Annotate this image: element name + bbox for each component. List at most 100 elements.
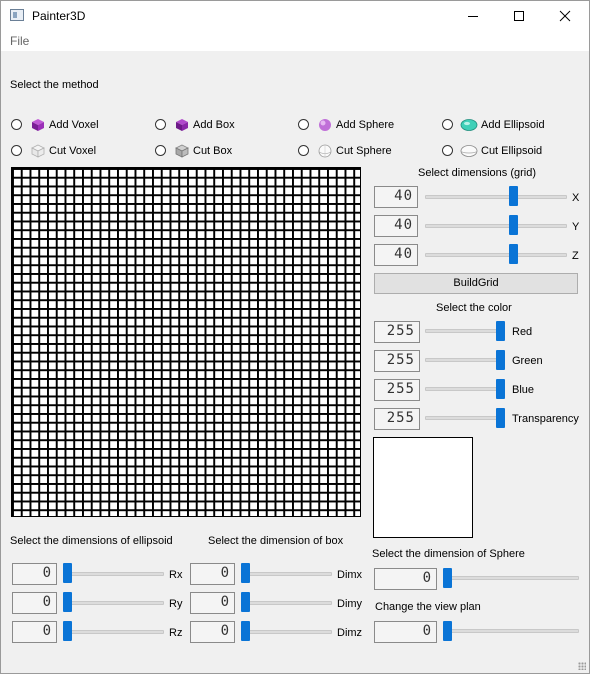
view-plan-slider-track[interactable] xyxy=(443,629,579,633)
ellipsoid-heading: Select the dimensions of ellipsoid xyxy=(10,535,173,547)
resize-grip-icon[interactable] xyxy=(578,662,586,670)
maximize-icon xyxy=(514,11,524,21)
dimy-display: 0 xyxy=(190,592,235,614)
add-voxel-radio[interactable] xyxy=(11,119,22,130)
minimize-button[interactable] xyxy=(450,1,496,31)
green-display: 255 xyxy=(374,350,420,372)
transparency-display: 255 xyxy=(374,408,420,430)
cut-ellipsoid-radio[interactable] xyxy=(442,145,453,156)
green-label: Green xyxy=(512,355,543,367)
main-window: Painter3D File Select the method Add Vox… xyxy=(0,0,590,674)
green-slider-track[interactable] xyxy=(425,358,505,362)
red-slider-track[interactable] xyxy=(425,329,505,333)
app-icon xyxy=(10,9,24,21)
minimize-icon xyxy=(468,16,478,17)
ellipsoid-icon xyxy=(460,119,478,131)
red-slider[interactable] xyxy=(496,321,505,341)
grid-x-slider[interactable] xyxy=(509,186,518,206)
grid-y-slider[interactable] xyxy=(509,215,518,235)
add-ellipsoid-radio[interactable] xyxy=(442,119,453,130)
sphere-icon xyxy=(319,119,331,131)
transparency-slider-track[interactable] xyxy=(425,416,505,420)
cut-box-label: Cut Box xyxy=(193,145,233,157)
cut-sphere-radio[interactable] xyxy=(298,145,309,156)
green-slider[interactable] xyxy=(496,350,505,370)
grid-dimensions-heading: Select dimensions (grid) xyxy=(418,167,536,179)
red-display: 255 xyxy=(374,321,420,343)
blue-label: Blue xyxy=(512,384,535,396)
blue-display: 255 xyxy=(374,379,420,401)
add-voxel-label: Add Voxel xyxy=(49,119,99,131)
dimz-label: Dimz xyxy=(337,627,363,639)
method-heading: Select the method xyxy=(10,79,99,91)
add-box-radio[interactable] xyxy=(155,119,166,130)
grid-z-display: 40 xyxy=(374,244,418,266)
grid-y-display: 40 xyxy=(374,215,418,237)
cut-box-icon xyxy=(175,144,189,158)
grid-z-slider[interactable] xyxy=(509,244,518,264)
color-preview xyxy=(373,437,473,538)
dimy-label: Dimy xyxy=(337,598,363,610)
transparency-label: Transparency xyxy=(512,413,579,425)
grid-z-slider-track[interactable] xyxy=(425,253,567,257)
sphere-heading: Select the dimension of Sphere xyxy=(372,548,525,560)
ry-label: Ry xyxy=(169,598,183,610)
rx-slider[interactable] xyxy=(63,563,72,583)
ry-slider[interactable] xyxy=(63,592,72,612)
rz-label: Rz xyxy=(169,627,183,639)
sphere-display: 0 xyxy=(374,568,437,590)
dimy-slider[interactable] xyxy=(241,592,250,612)
cut-voxel-radio[interactable] xyxy=(11,145,22,156)
ry-display: 0 xyxy=(12,592,57,614)
grid-x-slider-track[interactable] xyxy=(425,195,567,199)
blue-slider[interactable] xyxy=(496,379,505,399)
blue-slider-track[interactable] xyxy=(425,387,505,391)
dimx-slider[interactable] xyxy=(241,563,250,583)
cut-sphere-label: Cut Sphere xyxy=(336,145,392,157)
sphere-slider[interactable] xyxy=(443,568,452,588)
view-plan-display: 0 xyxy=(374,621,437,643)
voxel-icon xyxy=(32,119,44,131)
rz-display: 0 xyxy=(12,621,57,643)
dimx-slider-track[interactable] xyxy=(241,572,332,576)
box-icon xyxy=(176,119,188,131)
cut-ellipsoid-label: Cut Ellipsoid xyxy=(481,145,543,157)
menu-file[interactable]: File xyxy=(10,34,29,48)
transparency-slider[interactable] xyxy=(496,408,505,428)
window-title: Painter3D xyxy=(32,9,86,23)
dimz-slider[interactable] xyxy=(241,621,250,641)
close-button[interactable] xyxy=(542,1,588,31)
add-sphere-label: Add Sphere xyxy=(336,119,395,131)
rz-slider-track[interactable] xyxy=(63,630,164,634)
dimx-label: Dimx xyxy=(337,569,363,581)
rx-display: 0 xyxy=(12,563,57,585)
grid-y-label: Y xyxy=(572,221,580,233)
view-plan-heading: Change the view plan xyxy=(375,601,481,613)
cut-voxel-label: Cut Voxel xyxy=(49,145,97,157)
box-heading: Select the dimension of box xyxy=(208,535,344,547)
grid-x-label: X xyxy=(572,192,580,204)
dimz-display: 0 xyxy=(190,621,235,643)
color-heading: Select the color xyxy=(436,302,512,314)
maximize-button[interactable] xyxy=(496,1,542,31)
red-label: Red xyxy=(512,326,533,338)
build-grid-button[interactable]: BuildGrid xyxy=(374,273,578,294)
view-plan-slider[interactable] xyxy=(443,621,452,641)
voxel-grid-canvas[interactable] xyxy=(11,167,361,517)
cut-sphere-icon xyxy=(318,144,332,158)
rz-slider[interactable] xyxy=(63,621,72,641)
grid-y-slider-track[interactable] xyxy=(425,224,567,228)
ry-slider-track[interactable] xyxy=(63,601,164,605)
cut-box-radio[interactable] xyxy=(155,145,166,156)
sphere-slider-track[interactable] xyxy=(443,576,579,580)
dimx-display: 0 xyxy=(190,563,235,585)
add-sphere-radio[interactable] xyxy=(298,119,309,130)
title-bar: Painter3D xyxy=(1,1,589,31)
add-ellipsoid-label: Add Ellipsoid xyxy=(481,119,545,131)
dimy-slider-track[interactable] xyxy=(241,601,332,605)
rx-slider-track[interactable] xyxy=(63,572,164,576)
grid-x-display: 40 xyxy=(374,186,418,208)
grid-z-label: Z xyxy=(572,250,579,262)
cut-ellipsoid-icon xyxy=(460,145,478,157)
dimz-slider-track[interactable] xyxy=(241,630,332,634)
